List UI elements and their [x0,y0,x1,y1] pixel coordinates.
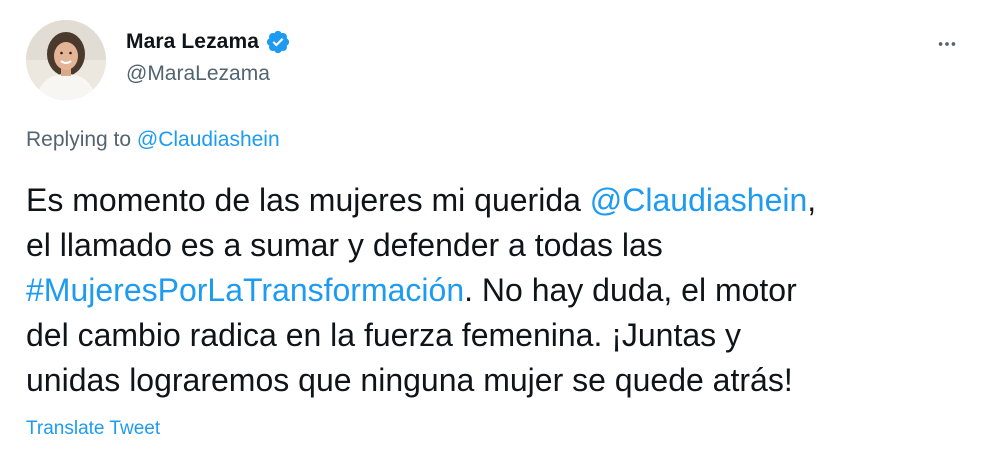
reply-prefix: Replying to [26,128,132,151]
tweet-line-5: unidas lograremos que ninguna mujer se q… [26,362,793,398]
tweet-text-segment: , [807,182,817,218]
reply-context: Replying to @Claudiashein [26,128,280,152]
more-horizontal-icon [938,42,956,46]
verified-badge-icon [265,29,291,55]
tweet-line-1: Es momento de las mujeres mi querida @Cl… [26,178,966,223]
profile-photo-icon [26,20,106,100]
reply-mention-link[interactable]: @Claudiashein [137,128,280,151]
tweet-line-4: del cambio radica en la fuerza femenina.… [26,317,742,353]
avatar[interactable] [26,20,106,100]
tweet-text: Es momento de las mujeres mi querida @Cl… [26,178,966,403]
tweet-line-2: el llamado es a sumar y defender a todas… [26,227,663,263]
tweet-line-3: #MujeresPorLaTransformación. No hay duda… [26,268,966,313]
hashtag-link[interactable]: #MujeresPorLaTransformación [26,272,464,308]
tweet-card: Mara Lezama @MaraLezama Replying to @Cla… [0,0,989,457]
mention-link[interactable]: @Claudiashein [590,182,808,218]
translate-tweet-link[interactable]: Translate Tweet [26,418,160,440]
author-name-row[interactable]: Mara Lezama [126,28,291,56]
author-handle[interactable]: @MaraLezama [126,62,270,86]
tweet-text-segment: . No hay duda, el motor [464,272,797,308]
author-display-name[interactable]: Mara Lezama [126,30,259,54]
more-options-button[interactable] [929,26,965,62]
tweet-text-segment: Es momento de las mujeres mi querida [26,182,590,218]
